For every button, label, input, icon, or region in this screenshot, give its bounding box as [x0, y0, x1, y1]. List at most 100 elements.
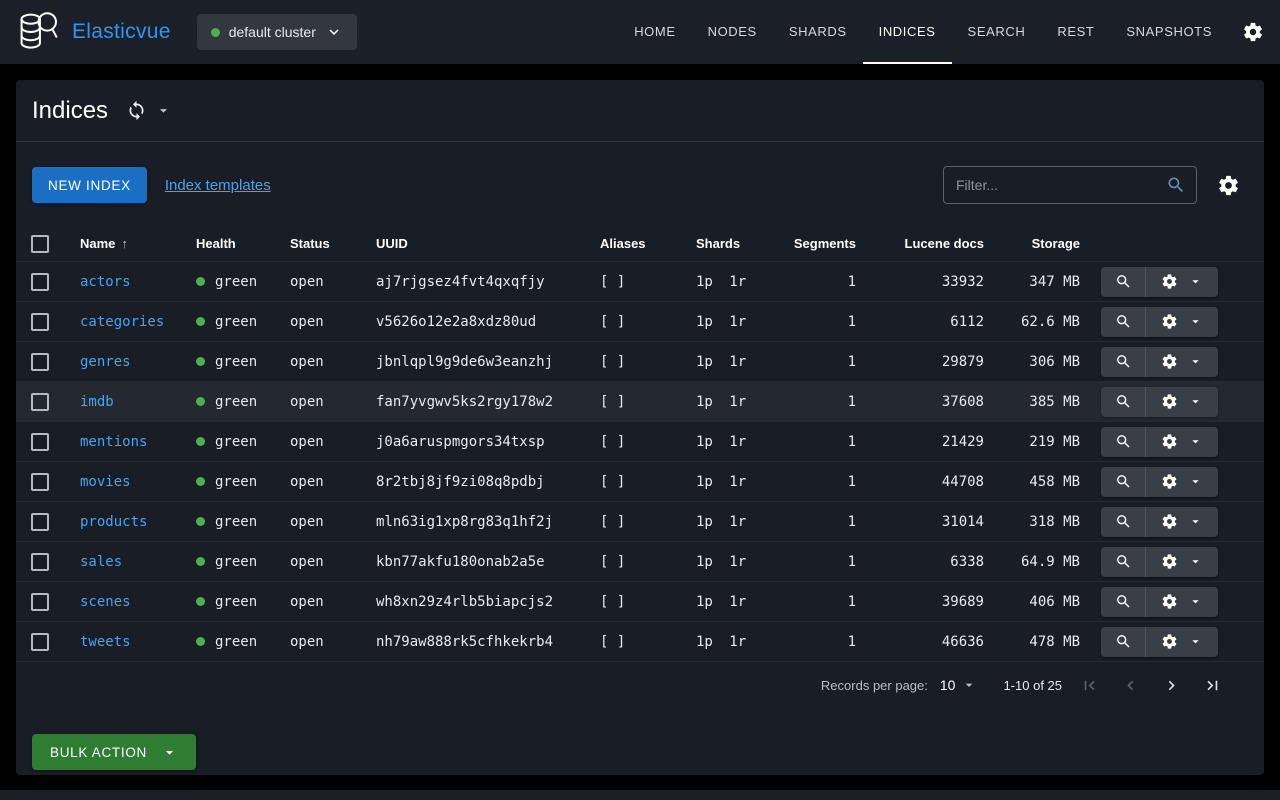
status-cell: open — [274, 434, 360, 450]
index-name-link[interactable]: mentions — [64, 434, 180, 450]
row-search-button[interactable] — [1101, 427, 1146, 457]
prev-page-button[interactable] — [1117, 672, 1144, 699]
row-search-button[interactable] — [1101, 627, 1146, 657]
row-options-button[interactable] — [1146, 387, 1218, 417]
index-name-link[interactable]: categories — [64, 314, 180, 330]
column-header-storage[interactable]: Storage — [1000, 236, 1096, 251]
row-options-button[interactable] — [1146, 547, 1218, 577]
next-page-button[interactable] — [1158, 672, 1185, 699]
table-row[interactable]: categories green open v5626o12e2a8xdz80u… — [16, 302, 1264, 342]
row-search-button[interactable] — [1101, 267, 1146, 297]
table-row[interactable]: movies green open 8r2tbj8jf9zi08q8pdbj [… — [16, 462, 1264, 502]
index-name-link[interactable]: sales — [64, 554, 180, 570]
table-row[interactable]: mentions green open j0a6aruspmgors34txsp… — [16, 422, 1264, 462]
column-header-docs[interactable]: Lucene docs — [880, 236, 1000, 251]
column-header-name[interactable]: Name↑ — [64, 236, 180, 251]
row-options-button[interactable] — [1146, 467, 1218, 497]
row-checkbox[interactable] — [31, 433, 49, 451]
docs-cell: 39689 — [880, 594, 1000, 610]
bulk-action-button[interactable]: BULK ACTION — [32, 734, 196, 770]
table-row[interactable]: genres green open jbnlqpl9g9de6w3eanzhj … — [16, 342, 1264, 382]
records-per-page-select[interactable]: 10 — [940, 677, 978, 693]
nav-item-search[interactable]: SEARCH — [952, 0, 1042, 64]
table-row[interactable]: actors green open aj7rjgsez4fvt4qxqfjy [… — [16, 262, 1264, 302]
select-all-checkbox[interactable] — [31, 235, 49, 253]
refresh-options-caret[interactable] — [155, 102, 172, 119]
row-checkbox[interactable] — [31, 273, 49, 291]
column-header-health[interactable]: Health — [180, 236, 274, 251]
index-name-link[interactable]: imdb — [64, 394, 180, 410]
uuid-cell: jbnlqpl9g9de6w3eanzhj — [360, 354, 584, 370]
row-options-button[interactable] — [1146, 267, 1218, 297]
table-row[interactable]: tweets green open nh79aw888rk5cfhkekrb4 … — [16, 622, 1264, 662]
index-templates-link[interactable]: Index templates — [165, 177, 271, 194]
table-row[interactable]: products green open mln63ig1xp8rg83q1hf2… — [16, 502, 1264, 542]
storage-cell: 64.9 MB — [1000, 554, 1096, 570]
row-search-button[interactable] — [1101, 347, 1146, 377]
nav-item-snapshots[interactable]: SNAPSHOTS — [1110, 0, 1228, 64]
column-header-status[interactable]: Status — [274, 236, 360, 251]
refresh-button[interactable] — [126, 100, 147, 121]
nav-item-home[interactable]: HOME — [618, 0, 691, 64]
row-checkbox[interactable] — [31, 513, 49, 531]
column-header-uuid[interactable]: UUID — [360, 236, 584, 251]
caret-down-icon — [1188, 634, 1203, 649]
row-options-button[interactable] — [1146, 587, 1218, 617]
row-options-button[interactable] — [1146, 307, 1218, 337]
index-name-link[interactable]: actors — [64, 274, 180, 290]
row-checkbox[interactable] — [31, 353, 49, 371]
search-icon — [1166, 175, 1186, 195]
search-icon — [1115, 433, 1132, 450]
row-search-button[interactable] — [1101, 307, 1146, 337]
health-dot-icon — [196, 477, 205, 486]
row-options-button[interactable] — [1146, 507, 1218, 537]
nav-item-rest[interactable]: REST — [1041, 0, 1110, 64]
index-name-link[interactable]: genres — [64, 354, 180, 370]
table-row[interactable]: scenes green open wh8xn29z4rlb5biapcjs2 … — [16, 582, 1264, 622]
last-page-icon — [1203, 676, 1222, 695]
column-header-segments[interactable]: Segments — [784, 236, 880, 251]
cluster-selector-button[interactable]: default cluster — [197, 14, 357, 50]
row-search-button[interactable] — [1101, 467, 1146, 497]
row-checkbox[interactable] — [31, 553, 49, 571]
row-checkbox[interactable] — [31, 633, 49, 651]
filter-input[interactable] — [956, 177, 1166, 193]
settings-gear-icon[interactable] — [1242, 21, 1264, 43]
row-options-button[interactable] — [1146, 347, 1218, 377]
index-name-link[interactable]: tweets — [64, 634, 180, 650]
row-search-button[interactable] — [1101, 507, 1146, 537]
shards-cell: 1p 1r — [680, 394, 784, 410]
index-name-link[interactable]: scenes — [64, 594, 180, 610]
caret-down-icon — [1188, 514, 1203, 529]
nav-item-shards[interactable]: SHARDS — [773, 0, 863, 64]
table-row[interactable]: sales green open kbn77akfu180onab2a5e [ … — [16, 542, 1264, 582]
new-index-button[interactable]: NEW INDEX — [32, 167, 147, 203]
table-row[interactable]: imdb green open fan7yvgwv5ks2rgy178w2 [ … — [16, 382, 1264, 422]
last-page-button[interactable] — [1199, 672, 1226, 699]
row-options-button[interactable] — [1146, 427, 1218, 457]
records-per-page-value: 10 — [940, 677, 956, 693]
table-settings-button[interactable] — [1217, 174, 1240, 197]
nav-item-indices[interactable]: INDICES — [863, 0, 952, 64]
row-search-button[interactable] — [1101, 587, 1146, 617]
row-checkbox[interactable] — [31, 473, 49, 491]
row-search-button[interactable] — [1101, 387, 1146, 417]
index-name-link[interactable]: products — [64, 514, 180, 530]
index-name-link[interactable]: movies — [64, 474, 180, 490]
row-search-button[interactable] — [1101, 547, 1146, 577]
segments-cell: 1 — [784, 434, 880, 450]
bulk-action-row: BULK ACTION — [16, 708, 1264, 770]
caret-down-icon — [1188, 394, 1203, 409]
first-page-button[interactable] — [1076, 672, 1103, 699]
column-header-shards[interactable]: Shards — [680, 236, 784, 251]
row-checkbox[interactable] — [31, 313, 49, 331]
uuid-cell: fan7yvgwv5ks2rgy178w2 — [360, 394, 584, 410]
row-action-group — [1101, 347, 1218, 377]
caret-down-icon — [1188, 314, 1203, 329]
row-checkbox[interactable] — [31, 393, 49, 411]
row-action-group — [1101, 507, 1218, 537]
column-header-aliases[interactable]: Aliases — [584, 236, 680, 251]
row-checkbox[interactable] — [31, 593, 49, 611]
row-options-button[interactable] — [1146, 627, 1218, 657]
nav-item-nodes[interactable]: NODES — [692, 0, 773, 64]
